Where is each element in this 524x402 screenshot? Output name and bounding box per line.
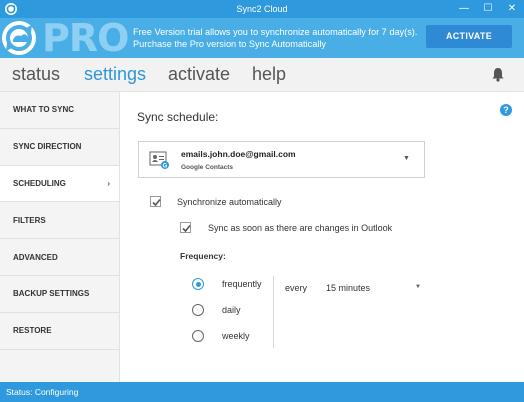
account-email: emails.john.doe@gmail.com (181, 149, 296, 159)
frequency-label: Frequency: (180, 251, 226, 261)
sync-automatically-label: Synchronize automatically (177, 197, 282, 207)
sync-logo-icon (2, 21, 36, 55)
frequency-divider (273, 276, 274, 348)
sidebar-item-sync-direction[interactable]: SYNC DIRECTION (0, 129, 119, 166)
account-selector[interactable]: G emails.john.doe@gmail.com Google Conta… (138, 141, 425, 178)
tab-status[interactable]: status (12, 64, 60, 85)
settings-sidebar: WHAT TO SYNC SYNC DIRECTION SCHEDULING › … (0, 92, 120, 382)
window-title: Sync2 Cloud (236, 4, 288, 14)
radio-frequently[interactable] (192, 278, 204, 290)
help-icon[interactable]: ? (500, 104, 512, 116)
bell-icon[interactable] (491, 67, 505, 82)
trial-message: Free Version trial allows you to synchro… (133, 26, 417, 50)
sync-automatically-checkbox[interactable] (150, 196, 161, 207)
chevron-down-icon: ▼ (403, 155, 410, 162)
chevron-right-icon: › (107, 178, 110, 188)
pro-banner: PRO Free Version trial allows you to syn… (0, 18, 524, 58)
sidebar-item-restore[interactable]: RESTORE (0, 313, 119, 350)
sidebar-item-label: ADVANCED (13, 252, 58, 262)
sidebar-item-label: SYNC DIRECTION (13, 142, 82, 152)
sidebar-item-label: WHAT TO SYNC (13, 105, 75, 115)
checkmark-icon (182, 224, 191, 233)
sidebar-item-label: SCHEDULING (13, 178, 66, 188)
status-bar: Status: Configuring (0, 382, 524, 402)
radio-frequently-label: frequently (222, 279, 262, 289)
radio-daily[interactable] (192, 304, 204, 316)
tab-settings[interactable]: settings (84, 64, 146, 85)
svg-text:G: G (163, 164, 168, 170)
every-label: every (285, 283, 308, 293)
sidebar-item-filters[interactable]: FILTERS (0, 202, 119, 240)
tab-help[interactable]: help (252, 64, 286, 85)
sidebar-item-what-to-sync[interactable]: WHAT TO SYNC (0, 92, 119, 129)
trial-message-line1: Free Version trial allows you to synchro… (133, 27, 418, 37)
radio-daily-label: daily (222, 305, 241, 315)
account-provider: Google Contacts (181, 164, 234, 171)
radio-weekly[interactable] (192, 330, 204, 342)
google-contacts-icon: G (149, 151, 169, 170)
close-button[interactable]: ✕ (500, 0, 524, 18)
radio-weekly-label: weekly (222, 331, 250, 341)
sidebar-item-scheduling[interactable]: SCHEDULING › (0, 165, 119, 203)
pro-label: PRO (42, 16, 129, 60)
sidebar-item-label: RESTORE (13, 326, 52, 336)
sidebar-item-label: FILTERS (13, 215, 46, 225)
top-nav: status settings activate help (0, 58, 524, 92)
chevron-down-icon[interactable]: ▼ (415, 284, 421, 290)
tab-activate[interactable]: activate (168, 64, 230, 85)
sync-on-change-checkbox[interactable] (180, 222, 191, 233)
sidebar-item-label: BACKUP SETTINGS (13, 289, 90, 299)
sidebar-item-advanced[interactable]: ADVANCED (0, 239, 119, 276)
trial-message-line2: Purchase the Pro version to Sync Automat… (133, 39, 327, 49)
sync-on-change-label: Sync as soon as there are changes in Out… (208, 223, 393, 233)
maximize-button[interactable]: ☐ (476, 0, 500, 18)
minimize-button[interactable]: — (452, 0, 476, 18)
main-panel (121, 92, 524, 382)
page-title: Sync schedule: (137, 110, 219, 124)
activate-button[interactable]: ACTIVATE (426, 25, 512, 48)
sidebar-item-backup-settings[interactable]: BACKUP SETTINGS (0, 276, 119, 313)
interval-select[interactable]: 15 minutes (326, 283, 370, 293)
checkmark-icon (152, 198, 161, 207)
